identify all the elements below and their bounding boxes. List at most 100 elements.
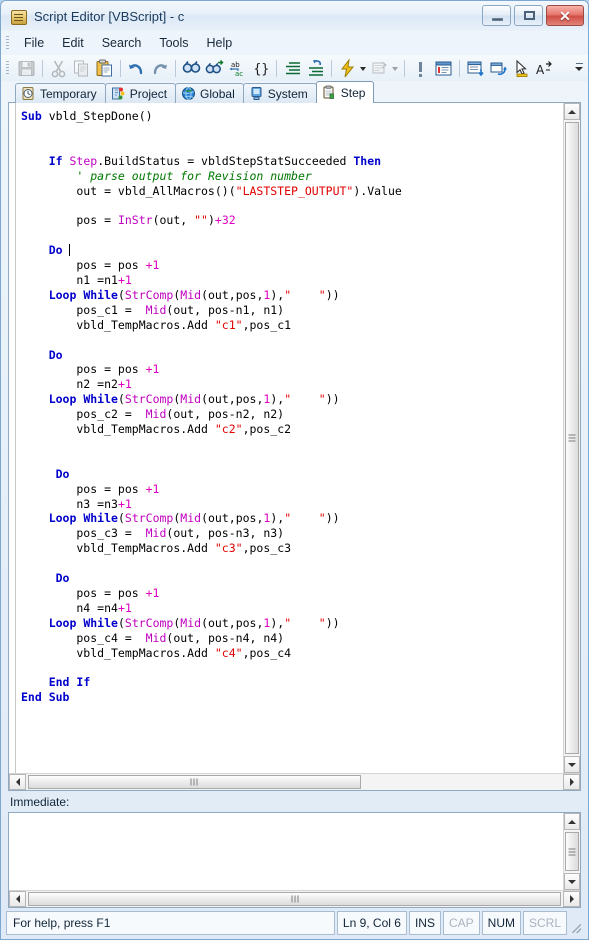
watch-window-icon[interactable] <box>433 58 454 79</box>
scroll-down-button[interactable] <box>564 756 580 773</box>
scroll-left-button[interactable] <box>9 774 26 790</box>
code-editor-body: Sub vbld_StepDone() If Step.BuildStatus … <box>9 103 580 773</box>
indent-icon[interactable] <box>282 58 303 79</box>
scroll-icon <box>10 8 27 25</box>
redo-icon[interactable] <box>149 58 170 79</box>
immediate-scroll-up-button[interactable] <box>564 813 580 830</box>
tab-step[interactable]: Step <box>315 81 375 103</box>
code-editor-text-area[interactable]: Sub vbld_StepDone() If Step.BuildStatus … <box>9 103 563 773</box>
immediate-horizontal-scrollbar[interactable] <box>9 890 580 907</box>
horizontal-scroll-thumb[interactable] <box>28 775 361 789</box>
run-dropdown-arrow[interactable] <box>359 58 368 79</box>
resize-grip[interactable] <box>569 911 583 935</box>
num-lock: NUM <box>481 911 521 935</box>
scroll-right-button[interactable] <box>563 774 580 790</box>
immediate-scroll-down-button[interactable] <box>564 873 580 890</box>
replace-icon[interactable]: ab ac <box>227 58 248 79</box>
window-controls: ✕ <box>482 5 584 26</box>
properties-dropdown-arrow[interactable] <box>391 58 400 79</box>
text-caret <box>69 244 71 257</box>
font-size-icon[interactable]: A <box>534 58 555 79</box>
status-bar: For help, press F1 Ln 9, Col 6 INS CAP N… <box>6 911 583 935</box>
toolbar-separator <box>120 59 121 77</box>
caret-position: Ln 9, Col 6 <box>336 911 407 935</box>
title-bar: Script Editor [VBScript] - c ✕ <box>1 1 588 31</box>
globe-icon <box>181 86 196 101</box>
clock-icon <box>21 86 36 101</box>
computer-icon <box>249 86 264 101</box>
svg-text:A: A <box>536 63 545 77</box>
breakpoint-icon[interactable] <box>410 58 431 79</box>
immediate-pane <box>8 812 581 908</box>
minimize-button[interactable] <box>482 5 511 26</box>
vbscript-source-code[interactable]: Sub vbld_StepDone() If Step.BuildStatus … <box>15 109 563 705</box>
gutter-divider <box>15 103 16 773</box>
code-vertical-scrollbar[interactable] <box>563 103 580 773</box>
copy-icon[interactable] <box>71 58 92 79</box>
tab-system[interactable]: System <box>242 83 317 103</box>
caps-lock: CAP <box>442 911 480 935</box>
immediate-scroll-right-button[interactable] <box>563 891 580 907</box>
close-button[interactable]: ✕ <box>546 5 584 26</box>
code-editor-panel: Sub vbld_StepDone() If Step.BuildStatus … <box>8 102 581 791</box>
braces-icon[interactable]: {} <box>250 58 271 79</box>
toolbar-separator <box>459 59 460 77</box>
tab-label: Project <box>129 86 168 101</box>
window-title: Script Editor [VBScript] - c <box>34 8 185 24</box>
tab-project[interactable]: Project <box>104 83 177 103</box>
tab-temporary[interactable]: Temporary <box>15 83 106 103</box>
immediate-horizontal-scroll-track[interactable] <box>26 891 563 907</box>
toolbar-drag-grip[interactable] <box>6 61 9 75</box>
outdent-icon[interactable] <box>305 58 326 79</box>
immediate-vertical-scrollbar[interactable] <box>563 813 580 890</box>
immediate-vertical-scroll-track[interactable] <box>564 830 580 873</box>
horizontal-scroll-track[interactable] <box>26 774 563 790</box>
scroll-lock: SCRL <box>522 911 567 935</box>
tab-label: Step <box>340 85 366 100</box>
immediate-pane-label: Immediate: <box>10 795 70 809</box>
toolbar-separator <box>404 59 405 77</box>
cursor-icon[interactable] <box>511 58 532 79</box>
run-icon[interactable] <box>337 57 358 79</box>
status-help-text: For help, press F1 <box>6 911 335 935</box>
menu-item-help[interactable]: Help <box>198 33 242 53</box>
step-over-icon[interactable] <box>488 58 509 79</box>
tab-label: Temporary <box>40 86 97 101</box>
insert-mode[interactable]: INS <box>408 911 441 935</box>
immediate-scroll-left-button[interactable] <box>9 891 26 907</box>
toolbar-separator <box>276 59 277 77</box>
immediate-body <box>9 813 580 890</box>
menu-bar: File Edit Search Tools Help <box>1 31 588 55</box>
save-icon[interactable] <box>16 58 37 79</box>
immediate-input[interactable] <box>9 813 563 890</box>
paste-icon[interactable] <box>94 58 115 79</box>
maximize-button[interactable] <box>514 5 543 26</box>
properties-icon[interactable] <box>369 58 390 79</box>
undo-icon[interactable] <box>126 58 147 79</box>
scroll-up-button[interactable] <box>564 103 580 120</box>
immediate-horizontal-scroll-thumb[interactable] <box>28 892 561 906</box>
tab-label: Global <box>200 86 235 101</box>
toolbar-separator <box>175 59 176 77</box>
menu-item-search[interactable]: Search <box>93 33 151 53</box>
toolbar-separator <box>42 59 43 77</box>
find-next-icon[interactable] <box>204 58 225 79</box>
tab-label: System <box>267 86 308 101</box>
svg-text:ab: ab <box>231 61 240 69</box>
toolbar-overflow-icon[interactable] <box>574 58 585 78</box>
script-tab-bar: Temporary Project Global System Step <box>1 81 588 103</box>
immediate-vertical-scroll-thumb[interactable] <box>565 832 579 871</box>
svg-text:{}: {} <box>254 62 270 77</box>
code-horizontal-scrollbar[interactable] <box>9 773 580 790</box>
step-into-icon[interactable] <box>465 58 486 79</box>
cut-icon[interactable] <box>48 58 69 79</box>
menu-drag-grip[interactable] <box>6 36 9 50</box>
vertical-scroll-track[interactable] <box>564 120 580 756</box>
menu-item-tools[interactable]: Tools <box>150 33 197 53</box>
menu-item-edit[interactable]: Edit <box>53 33 93 53</box>
project-tree-icon <box>111 86 126 101</box>
tab-global[interactable]: Global <box>175 83 244 103</box>
menu-item-file[interactable]: File <box>15 33 53 53</box>
vertical-scroll-thumb[interactable] <box>565 122 579 754</box>
find-icon[interactable] <box>181 58 202 79</box>
